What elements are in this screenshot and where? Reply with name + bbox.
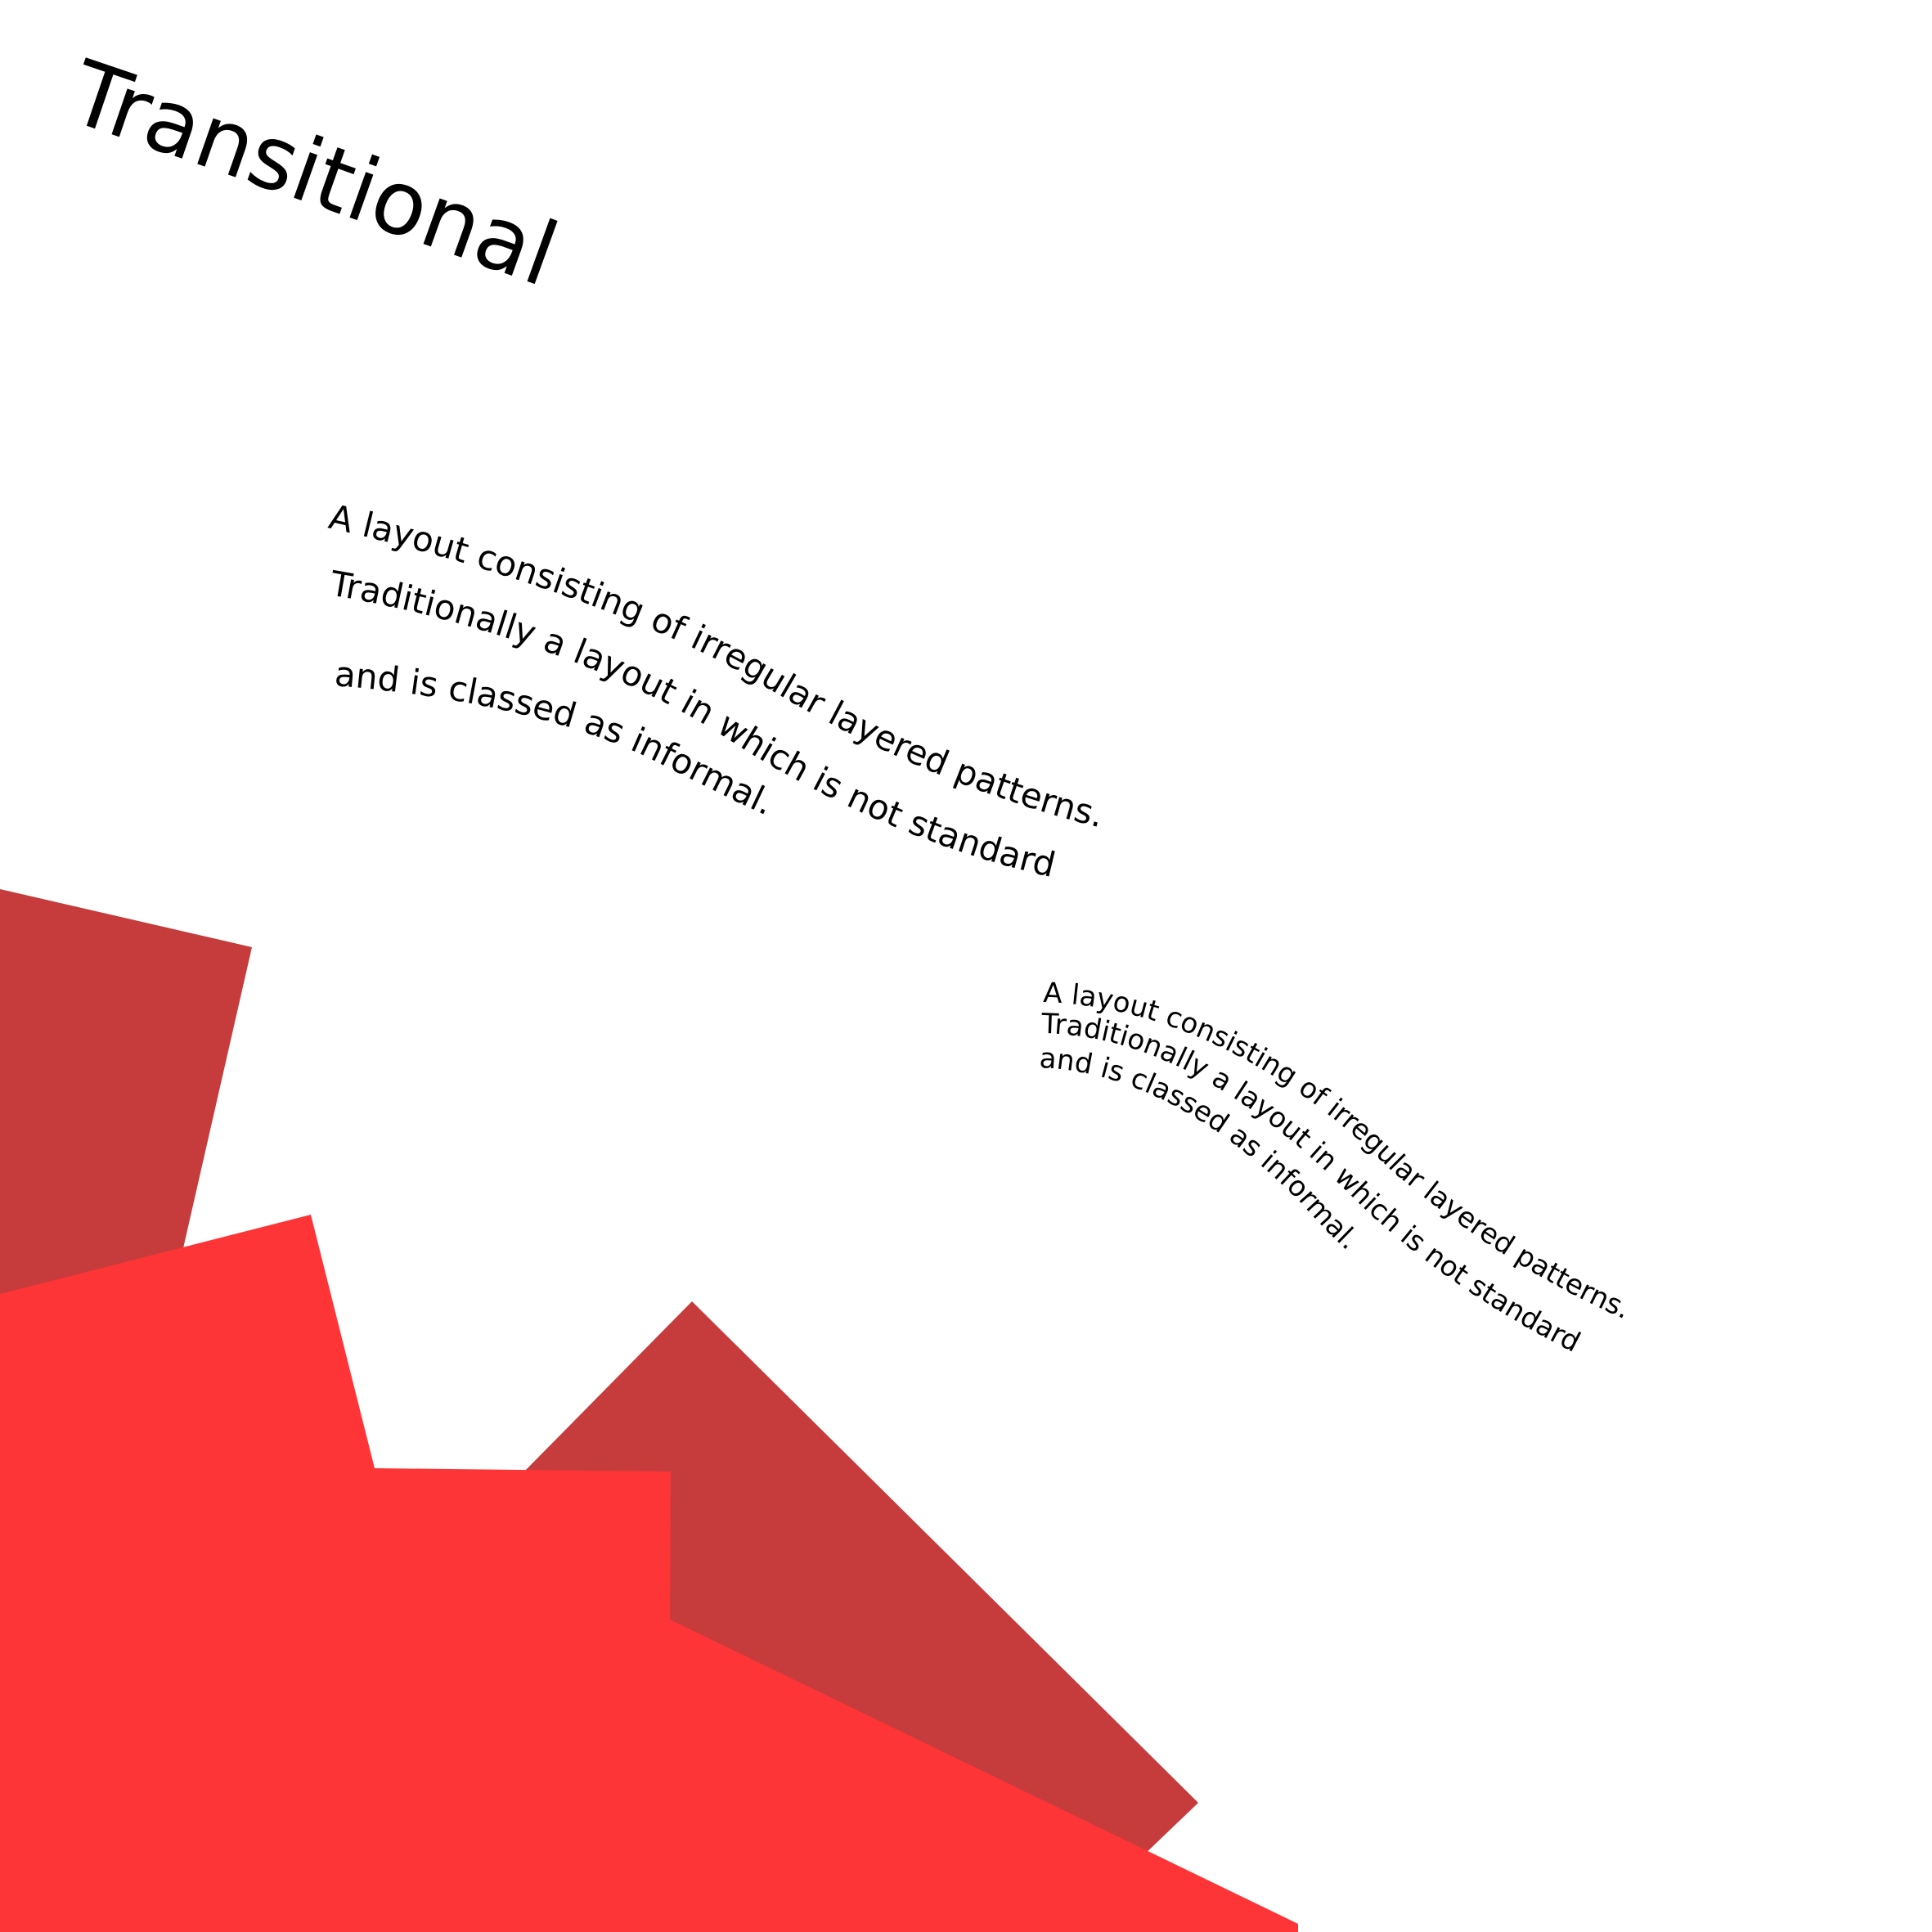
- poster-canvas: Transitional A layout consisting of irre…: [0, 0, 1932, 1932]
